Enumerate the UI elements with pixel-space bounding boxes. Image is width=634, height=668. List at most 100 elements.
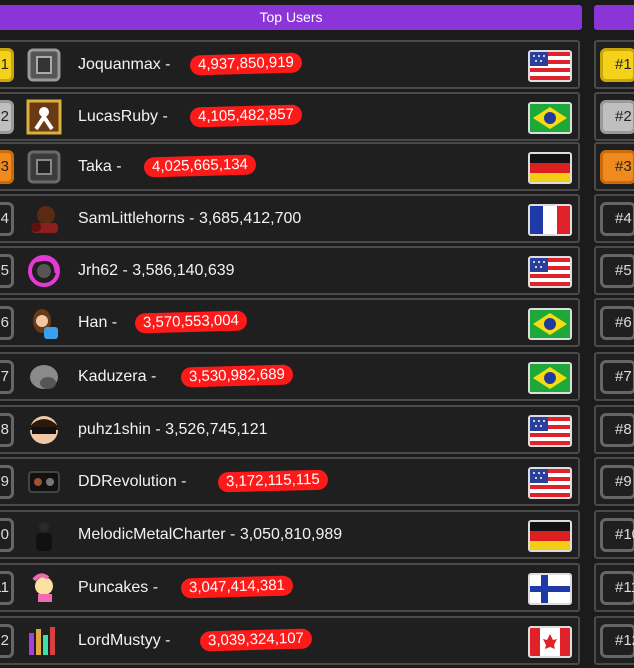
user-entry[interactable]: Kaduzera - xyxy=(78,368,156,386)
dark-square-avatar[interactable] xyxy=(26,149,62,185)
france-flag-icon xyxy=(528,204,572,236)
side-rank-badge: #2 xyxy=(600,100,634,134)
user-entry[interactable]: Jrh62 - 3,586,140,639 xyxy=(78,262,235,280)
side-rank-badge: #7 xyxy=(600,360,634,394)
separator: - xyxy=(118,262,133,279)
username: Kaduzera xyxy=(78,368,147,385)
username: DDRevolution xyxy=(78,473,177,490)
rank-badge: 4 xyxy=(0,202,14,236)
side-leaderboard-row[interactable]: #9 xyxy=(594,457,634,506)
user-entry[interactable]: DDRevolution - xyxy=(78,473,187,491)
side-leaderboard-row[interactable]: #5 xyxy=(594,246,634,295)
leaderboard-row[interactable]: 11 Puncakes - 3,047,414,381 xyxy=(0,563,580,612)
separator: - xyxy=(184,210,199,227)
girl-avatar[interactable] xyxy=(26,305,62,341)
score: 3,685,412,700 xyxy=(198,210,302,227)
brazil-flag-icon xyxy=(528,102,572,134)
side-rank-badge: #8 xyxy=(600,413,634,447)
side-leaderboard-row[interactable]: #6 xyxy=(594,298,634,347)
username: Han xyxy=(78,314,108,331)
side-leaderboard-row[interactable]: #4 xyxy=(594,194,634,243)
user-entry[interactable]: Puncakes - xyxy=(78,579,158,597)
side-rank-badge: #3 xyxy=(600,150,634,184)
top-users-panel: Top Users 1 Joquanmax - 4,937,850,919 2 Luc… xyxy=(0,0,582,668)
rank-badge: 9 xyxy=(0,465,14,499)
germany-flag-icon xyxy=(528,152,572,184)
leaderboard-row[interactable]: 6 Han - 3,570,553,004 xyxy=(0,298,580,347)
side-leaderboard-row[interactable]: #11 xyxy=(594,563,634,612)
user-entry[interactable]: Joquanmax - xyxy=(78,56,171,74)
separator: - xyxy=(107,314,118,331)
username: LordMustyy xyxy=(78,632,161,649)
score-redaction-scribble: 4,025,665,134 xyxy=(143,154,257,178)
character-avatar[interactable] xyxy=(26,201,62,237)
separator: - xyxy=(176,473,187,490)
gray-cube-avatar[interactable] xyxy=(26,47,62,83)
rank-badge: 1 xyxy=(0,48,14,82)
side-leaderboard-row[interactable]: #7 xyxy=(594,352,634,401)
rank-badge: 2 xyxy=(0,100,14,134)
leaderboard-row[interactable]: 2 LucasRuby - 4,105,482,857 xyxy=(0,92,580,141)
rank-badge: 12 xyxy=(0,624,14,658)
side-rank-badge: #1 xyxy=(600,48,634,82)
dark-figure-avatar[interactable] xyxy=(26,517,62,553)
side-panel-title xyxy=(594,5,634,30)
gray-blob-avatar[interactable] xyxy=(26,359,62,395)
leaderboard-row[interactable]: 4 SamLittlehorns - 3,685,412,700 xyxy=(0,194,580,243)
user-entry[interactable]: SamLittlehorns - 3,685,412,700 xyxy=(78,210,301,228)
user-entry[interactable]: puhz1shin - 3,526,745,121 xyxy=(78,421,268,439)
score-redaction-scribble: 3,570,553,004 xyxy=(134,310,248,334)
score-redaction-scribble: 3,047,414,381 xyxy=(180,575,294,599)
side-rank-badge: #4 xyxy=(600,202,634,236)
score-redaction-scribble: 3,039,324,107 xyxy=(199,628,313,652)
rank-badge: 11 xyxy=(0,571,14,605)
user-entry[interactable]: LordMustyy - xyxy=(78,632,170,650)
bars-avatar[interactable] xyxy=(26,623,62,659)
leaderboard-row[interactable]: 1 Joquanmax - 4,937,850,919 xyxy=(0,40,580,89)
separator: - xyxy=(225,526,240,543)
side-panel: #1 #2 #3 #4 #5 #6 #7 #8 #9 #10 #11 #12 xyxy=(594,0,634,668)
rider-avatar[interactable] xyxy=(26,99,62,135)
score-redaction-scribble: 4,105,482,857 xyxy=(189,104,303,128)
leaderboard-row[interactable]: 5 Jrh62 - 3,586,140,639 xyxy=(0,246,580,295)
leaderboard-row[interactable]: 10 MelodicMetalCharter - 3,050,810,989 xyxy=(0,510,580,559)
side-leaderboard-row[interactable]: #2 xyxy=(594,92,634,141)
separator: - xyxy=(158,108,168,125)
user-entry[interactable]: Han - xyxy=(78,314,117,332)
separator: - xyxy=(148,579,159,596)
separator: - xyxy=(150,421,166,438)
side-leaderboard-row[interactable]: #3 xyxy=(594,142,634,191)
side-rank-badge: #6 xyxy=(600,306,634,340)
username: Puncakes xyxy=(78,579,149,596)
score: 3,586,140,639 xyxy=(132,262,235,279)
separator: - xyxy=(160,632,171,649)
score-redaction-scribble: 3,172,115,115 xyxy=(217,469,328,493)
leaderboard-row[interactable]: 9 DDRevolution - 3,172,115,115 xyxy=(0,457,580,506)
brazil-flag-icon xyxy=(528,308,572,340)
leaderboard-row[interactable]: 3 Taka - 4,025,665,134 xyxy=(0,142,580,191)
user-entry[interactable]: MelodicMetalCharter - 3,050,810,989 xyxy=(78,526,342,544)
masked-avatar[interactable] xyxy=(26,412,62,448)
username: LucasRuby xyxy=(78,108,159,125)
leaderboard-row[interactable]: 8 puhz1shin - 3,526,745,121 xyxy=(0,405,580,454)
separator: - xyxy=(111,158,122,175)
pony-avatar[interactable] xyxy=(26,570,62,606)
pink-swirl-avatar[interactable] xyxy=(26,253,62,289)
pad-avatar[interactable] xyxy=(26,464,62,500)
rank-badge: 7 xyxy=(0,360,14,394)
username: puhz1shin xyxy=(78,421,151,438)
side-rank-badge: #11 xyxy=(600,571,634,605)
user-entry[interactable]: LucasRuby - xyxy=(78,108,168,126)
leaderboard-row[interactable]: 12 LordMustyy - 3,039,324,107 xyxy=(0,616,580,665)
side-leaderboard-row[interactable]: #8 xyxy=(594,405,634,454)
side-leaderboard-row[interactable]: #1 xyxy=(594,40,634,89)
finland-flag-icon xyxy=(528,573,572,605)
leaderboard-row[interactable]: 7 Kaduzera - 3,530,982,689 xyxy=(0,352,580,401)
germany-flag-icon xyxy=(528,520,572,552)
side-leaderboard-row[interactable]: #10 xyxy=(594,510,634,559)
rank-badge: 6 xyxy=(0,306,14,340)
side-leaderboard-row[interactable]: #12 xyxy=(594,616,634,665)
user-entry[interactable]: Taka - xyxy=(78,158,122,176)
side-rank-badge: #12 xyxy=(600,624,634,658)
side-rank-badge: #5 xyxy=(600,254,634,288)
